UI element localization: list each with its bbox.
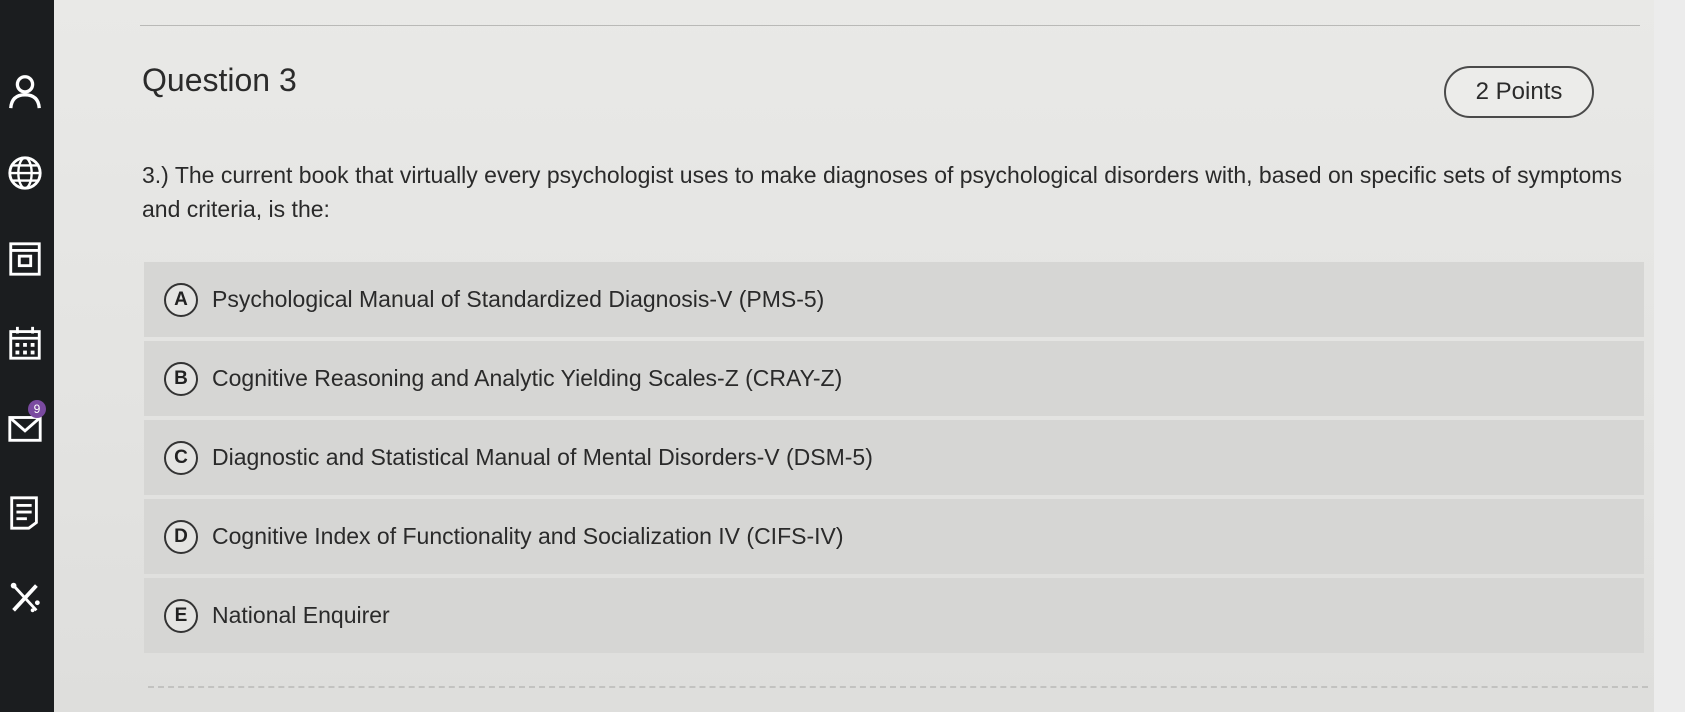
points-badge: 2 Points (1444, 66, 1594, 118)
nav-grades[interactable] (2, 490, 48, 536)
messages-badge: 9 (28, 400, 46, 418)
option-text: Cognitive Reasoning and Analytic Yieldin… (212, 365, 843, 391)
answer-options: A Psychological Manual of Standardized D… (144, 262, 1644, 657)
option-text: Psychological Manual of Standardized Dia… (212, 286, 825, 312)
option-e[interactable]: E National Enquirer (144, 578, 1644, 653)
globe-icon (8, 156, 42, 190)
divider (140, 25, 1640, 26)
nav-tools[interactable] (2, 574, 48, 620)
option-letter: B (164, 361, 198, 396)
courses-icon (9, 242, 41, 276)
option-letter: E (164, 598, 198, 633)
question-text: 3.) The current book that virtually ever… (142, 162, 1622, 222)
option-letter: A (164, 282, 198, 317)
adjacent-window-edge (1654, 0, 1685, 712)
option-text: Diagnostic and Statistical Manual of Men… (212, 444, 873, 470)
option-text: National Enquirer (212, 602, 390, 628)
grades-icon (10, 496, 38, 530)
option-d[interactable]: D Cognitive Index of Functionality and S… (144, 499, 1644, 574)
divider (148, 686, 1648, 688)
tools-icon (10, 582, 40, 613)
nav-rail: 9 (0, 0, 54, 712)
option-a[interactable]: A Psychological Manual of Standardized D… (144, 262, 1644, 337)
option-c[interactable]: C Diagnostic and Statistical Manual of M… (144, 420, 1644, 495)
option-letter: D (164, 519, 198, 554)
calendar-icon (9, 326, 41, 360)
nav-messages[interactable]: 9 (2, 400, 48, 450)
nav-courses[interactable] (2, 236, 48, 282)
profile-icon (9, 75, 41, 109)
assessment-panel: Question 3 2 Points 3.) The current book… (54, 0, 1654, 712)
option-text: Cognitive Index of Functionality and Soc… (212, 523, 844, 549)
option-b[interactable]: B Cognitive Reasoning and Analytic Yield… (144, 341, 1644, 416)
question-title: Question 3 (142, 62, 297, 98)
nav-calendar[interactable] (2, 320, 48, 366)
option-letter: C (164, 440, 198, 475)
nav-institution[interactable] (2, 150, 48, 196)
nav-profile[interactable] (2, 68, 48, 114)
